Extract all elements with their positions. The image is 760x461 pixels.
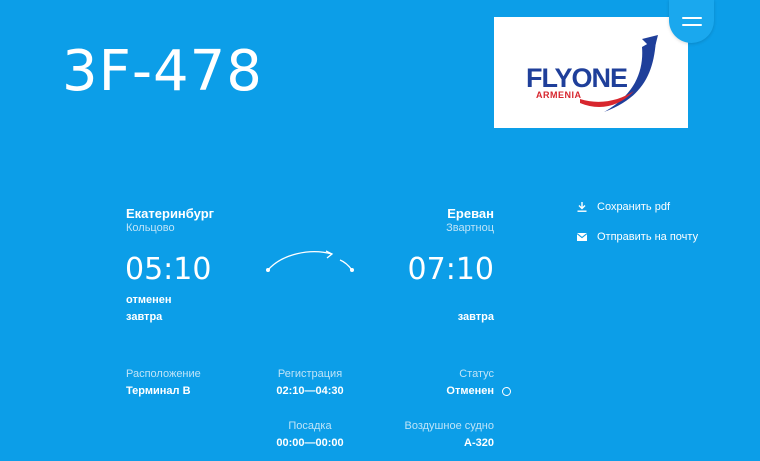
status-label: Статус — [459, 368, 494, 380]
aircraft-label: Воздушное судно — [404, 420, 495, 432]
arrival-city: Ереван — [447, 206, 494, 221]
send-email-label: Отправить на почту — [597, 231, 699, 243]
ring-icon — [502, 387, 511, 396]
hamburger-icon-line — [682, 24, 702, 26]
status-value: Отменен — [446, 385, 494, 397]
departure-airport: Кольцово — [126, 222, 175, 234]
flight-path-icon — [266, 250, 354, 272]
checkin-value: 02:10—04:30 — [276, 385, 344, 397]
logo-wordmark: FLYONE — [526, 63, 627, 93]
checkin-label: Регистрация — [277, 368, 343, 380]
send-email-button[interactable]: Отправить на почту — [577, 231, 698, 243]
location-label: Расположение — [126, 368, 201, 380]
download-icon — [577, 202, 587, 212]
aircraft-value: A-320 — [464, 437, 494, 449]
airline-logo: FLYONE ARMENIA — [494, 17, 688, 128]
departure-time: 05:10 — [125, 252, 212, 287]
departure-status: отменен — [126, 294, 172, 306]
departure-day: завтра — [126, 311, 163, 323]
save-pdf-label: Сохранить pdf — [597, 201, 671, 213]
arrival-airport: Звартноц — [446, 222, 494, 234]
arrival-day: завтра — [457, 311, 494, 323]
flyone-logo-icon: FLYONE ARMENIA — [526, 35, 658, 112]
hamburger-icon — [682, 17, 702, 19]
location-value: Терминал B — [126, 385, 191, 397]
arrival-time: 07:10 — [407, 252, 494, 287]
logo-subtext: ARMENIA — [536, 90, 582, 100]
boarding-value: 00:00—00:00 — [276, 437, 344, 449]
mail-icon — [577, 233, 587, 241]
departure-city: Екатеринбург — [126, 206, 215, 221]
save-pdf-button[interactable]: Сохранить pdf — [577, 201, 670, 213]
flight-number: 3F-478 — [62, 39, 263, 104]
boarding-label: Посадка — [288, 420, 332, 432]
menu-button[interactable] — [669, 0, 714, 43]
